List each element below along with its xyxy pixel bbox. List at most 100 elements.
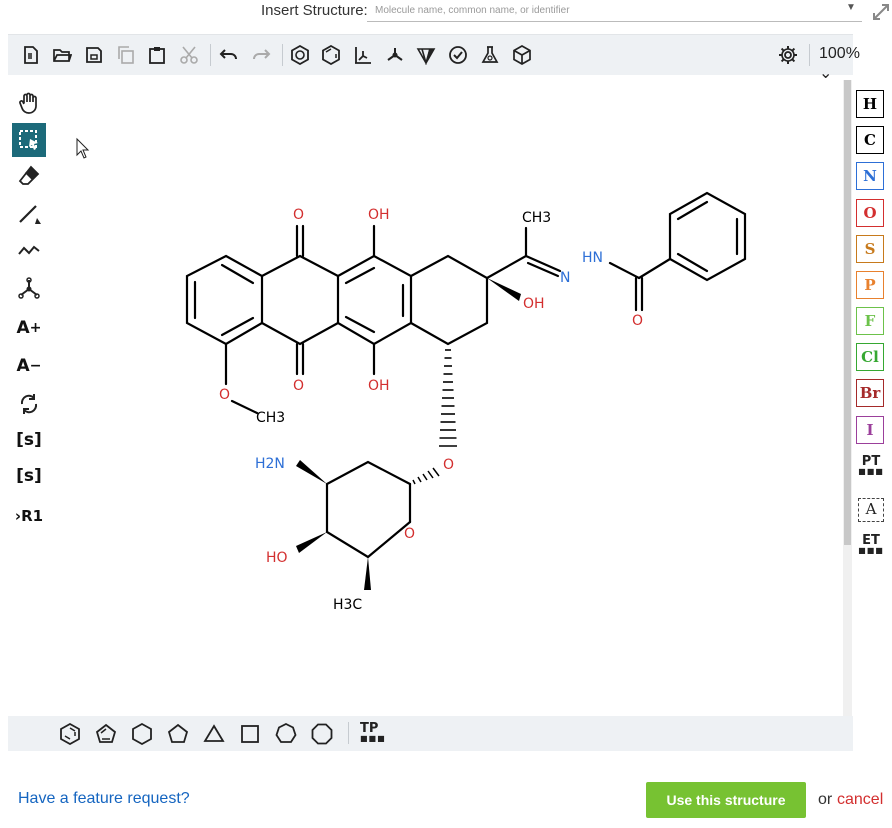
top-toolbar: 100% ⌄ [8,34,860,82]
benzene-template-icon[interactable] [58,722,82,746]
cyclopropane-template-icon[interactable] [202,722,226,746]
atom-label: HN [582,250,603,266]
cyclopentadiene-template-icon[interactable] [94,722,118,746]
aromatize-icon[interactable] [287,42,313,68]
wedge-bond-nh2 [296,460,327,484]
periodic-table-button[interactable]: PT ■■■ [856,454,886,476]
extended-table-button[interactable]: ET ■■■ [856,533,886,555]
drawing-canvas[interactable]: O OH CH3 HN N OH O O OH O CH3 O H2N O HO… [52,80,840,716]
sgroup-button[interactable]: [s] [12,423,46,457]
wedge-bond-ch3 [364,557,371,590]
select-lasso-icon[interactable] [12,123,46,157]
atom-label: O [404,526,415,542]
atom-button-br[interactable]: Br [856,379,884,407]
atom-button-o[interactable]: O [856,199,884,227]
cyclooctane-template-icon[interactable] [310,722,334,746]
atom-button-s[interactable]: S [856,235,884,263]
rgroup-button[interactable]: › R1 [12,499,46,533]
redo-icon[interactable] [248,42,274,68]
atom-button-cl[interactable]: Cl [856,343,884,371]
expand-icon[interactable] [871,0,891,22]
molecule-bonds [185,191,747,559]
chain-icon[interactable] [12,233,46,267]
scrollbar-thumb[interactable] [844,80,851,545]
atom-label: H3C [333,597,362,613]
plus-icon: + [29,320,42,336]
grid-icon: ■■■ [858,467,884,476]
atom-button-i[interactable]: I [856,416,884,444]
zoom-select[interactable]: 100% ⌄ [819,45,860,83]
grid-icon: ■■■ [360,734,386,743]
single-bond-icon[interactable] [12,197,46,231]
atom-label: CH3 [256,410,285,426]
atom-symbol: H [862,95,878,113]
cyclobutane-template-icon[interactable] [238,722,262,746]
atom-label: OH [368,378,390,394]
atom-symbol: I [866,421,874,439]
save-icon[interactable] [81,42,107,68]
atom-label: H2N [255,456,285,472]
settings-icon[interactable] [775,42,801,68]
atom-button-n[interactable]: N [856,162,884,190]
open-folder-icon[interactable] [49,42,75,68]
atom-symbol: C [864,131,876,149]
charge-minus-label: A [16,356,30,376]
insert-structure-label: Insert Structure: [261,2,368,19]
wedge-bond-oh [296,532,327,553]
molecule-search-input[interactable] [367,0,862,22]
calculate-icon[interactable] [477,42,503,68]
clean-icon[interactable] [382,42,408,68]
atom-label: N [560,270,570,286]
hand-tool-icon[interactable] [12,86,46,120]
charge-minus-button[interactable]: A − [12,349,46,383]
use-structure-button[interactable]: Use this structure [646,782,806,818]
atom-button-f[interactable]: F [856,307,884,335]
text-tool-button[interactable]: A [858,498,884,522]
cancel-link[interactable]: cancel [837,791,883,809]
paste-icon[interactable] [144,42,170,68]
eraser-icon[interactable] [12,159,46,193]
atom-button-h[interactable]: H [856,90,884,118]
atom-symbol: P [864,276,876,294]
charge-atom-icon[interactable] [12,272,46,306]
cut-icon[interactable] [176,42,202,68]
hash-bond-anomeric [412,467,440,485]
undo-icon[interactable] [216,42,242,68]
new-file-icon[interactable] [18,42,44,68]
atom-button-p[interactable]: P [856,271,884,299]
atom-symbol: F [864,312,876,330]
feature-request-link[interactable]: Have a feature request? [18,790,190,808]
stereo-icon[interactable] [413,42,439,68]
minus-icon: − [29,358,42,374]
cyclohexane-template-icon[interactable] [130,722,154,746]
atom-label: CH3 [522,210,551,226]
charge-plus-button[interactable]: A + [12,311,46,345]
atom-symbol: O [863,204,877,222]
hash-bond-sugar [439,349,457,447]
atom-symbol: Br [859,384,881,402]
cycloheptane-template-icon[interactable] [274,722,298,746]
charge-plus-label: A [16,318,30,338]
rotate-icon[interactable] [12,387,46,421]
atom-label: HO [266,550,288,566]
dropdown-caret-icon[interactable]: ▼ [846,2,856,13]
cyclopentane-template-icon[interactable] [166,722,190,746]
atom-label: O [219,387,230,403]
3d-view-icon[interactable] [509,42,535,68]
rgroup-label: R1 [21,507,44,525]
dearomatize-icon[interactable] [318,42,344,68]
copy-icon[interactable] [113,42,139,68]
atom-label: OH [368,207,390,223]
atom-label: O [293,378,304,394]
atom-panel: H C N O S P F Cl Br I PT ■■■ A ET ■■■ [852,80,892,716]
sgroup-add-label: [s] [16,466,42,486]
atom-symbol: Cl [861,348,879,366]
check-icon[interactable] [445,42,471,68]
template-toolbar: TP ■■■ [8,716,853,751]
layout-icon[interactable] [350,42,376,68]
atom-symbol: N [863,167,877,185]
template-panel-button[interactable]: TP ■■■ [360,721,386,743]
sgroup-add-button[interactable]: [s] [12,459,46,493]
atom-label: O [632,313,643,329]
atom-button-c[interactable]: C [856,126,884,154]
